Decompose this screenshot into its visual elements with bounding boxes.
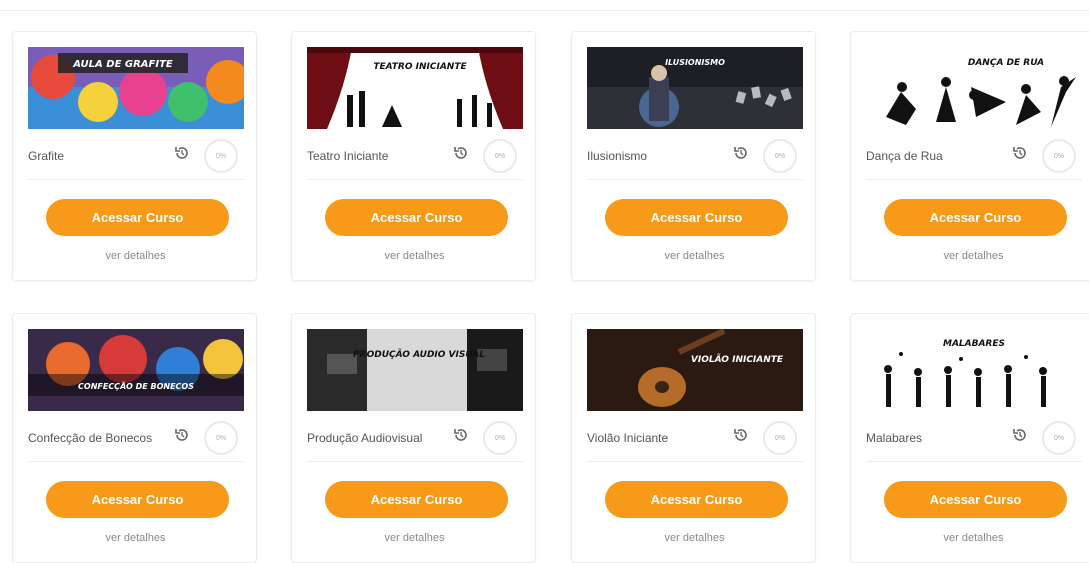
progress-ring: 0% xyxy=(204,139,238,173)
view-details-link[interactable]: ver detalhes xyxy=(13,532,258,544)
course-card-grafite: AULA DE GRAFITE Grafite 0% Acessar Curso… xyxy=(12,31,257,281)
course-banner-violao[interactable]: VIOLÃO INICIANTE xyxy=(587,329,803,411)
course-banner-malabares[interactable]: MALABARES xyxy=(866,329,1082,411)
divider xyxy=(587,461,803,462)
divider xyxy=(307,461,523,462)
view-details-link[interactable]: ver detalhes xyxy=(13,250,258,262)
history-icon[interactable] xyxy=(452,144,470,162)
juggling-banner-image: MALABARES xyxy=(866,329,1082,411)
access-course-button[interactable]: Acessar Curso xyxy=(325,481,508,518)
audiovisual-banner-image: PRODUÇÃO AUDIO VISUAL xyxy=(307,329,523,411)
view-details-link[interactable]: ver detalhes xyxy=(572,250,817,262)
theatre-banner-image: TEATRO INICIANTE xyxy=(307,47,523,129)
divider xyxy=(866,461,1082,462)
banner-title: AULA DE GRAFITE xyxy=(72,59,173,70)
course-title: Dança de Rua xyxy=(866,149,943,163)
magic-banner-image: ILUSIONISMO xyxy=(587,47,803,129)
course-card-ilusionismo: ILUSIONISMO Ilusionismo 0% Acessar Curso… xyxy=(571,31,816,281)
guitar-banner-image: VIOLÃO INICIANTE xyxy=(587,329,803,411)
course-card-malabares: MALABARES Malabares 0% Acessar Curso ver… xyxy=(850,313,1089,563)
view-details-link[interactable]: ver detalhes xyxy=(292,532,537,544)
course-title: Confecção de Bonecos xyxy=(28,431,153,445)
course-banner-audiovisual[interactable]: PRODUÇÃO AUDIO VISUAL xyxy=(307,329,523,411)
banner-title: DANÇA DE RUA xyxy=(968,58,1044,68)
puppets-banner-image: CONFECÇÃO DE BONECOS xyxy=(28,329,244,411)
progress-ring: 0% xyxy=(483,139,517,173)
access-course-button[interactable]: Acessar Curso xyxy=(884,199,1067,236)
banner-title: VIOLÃO INICIANTE xyxy=(691,354,784,365)
access-course-button[interactable]: Acessar Curso xyxy=(46,199,229,236)
history-icon[interactable] xyxy=(732,426,750,444)
course-banner-grafite[interactable]: AULA DE GRAFITE xyxy=(28,47,244,129)
divider xyxy=(28,461,244,462)
access-course-button[interactable]: Acessar Curso xyxy=(605,199,788,236)
progress-ring: 0% xyxy=(204,421,238,455)
divider xyxy=(587,179,803,180)
view-details-link[interactable]: ver detalhes xyxy=(572,532,817,544)
access-course-button[interactable]: Acessar Curso xyxy=(884,481,1067,518)
divider xyxy=(866,179,1082,180)
graffiti-banner-image: AULA DE GRAFITE xyxy=(28,47,244,129)
history-icon[interactable] xyxy=(1011,426,1029,444)
banner-title: PRODUÇÃO AUDIO VISUAL xyxy=(353,349,485,360)
progress-ring: 0% xyxy=(763,421,797,455)
progress-ring: 0% xyxy=(1042,421,1076,455)
course-banner-teatro[interactable]: TEATRO INICIANTE xyxy=(307,47,523,129)
street-dance-banner-image: DANÇA DE RUA xyxy=(866,47,1082,129)
progress-ring: 0% xyxy=(763,139,797,173)
course-banner-ilusionismo[interactable]: ILUSIONISMO xyxy=(587,47,803,129)
banner-title: MALABARES xyxy=(943,339,1005,349)
course-card-violao: VIOLÃO INICIANTE Violão Iniciante 0% Ace… xyxy=(571,313,816,563)
history-icon[interactable] xyxy=(173,426,191,444)
course-title: Produção Audiovisual xyxy=(307,431,423,445)
course-title: Malabares xyxy=(866,431,923,445)
course-card-teatro: TEATRO INICIANTE Teatro Iniciante 0% Ace… xyxy=(291,31,536,281)
history-icon[interactable] xyxy=(452,426,470,444)
course-title: Grafite xyxy=(28,149,65,163)
progress-ring: 0% xyxy=(483,421,517,455)
view-details-link[interactable]: ver detalhes xyxy=(851,250,1089,262)
view-details-link[interactable]: ver detalhes xyxy=(851,532,1089,544)
view-details-link[interactable]: ver detalhes xyxy=(292,250,537,262)
course-card-bonecos: CONFECÇÃO DE BONECOS Confecção de Boneco… xyxy=(12,313,257,563)
course-title: Violão Iniciante xyxy=(587,431,669,445)
course-title: Ilusionismo xyxy=(587,149,648,163)
history-icon[interactable] xyxy=(1011,144,1029,162)
course-title: Teatro Iniciante xyxy=(307,149,389,163)
banner-title: TEATRO INICIANTE xyxy=(373,62,467,72)
course-card-danca: DANÇA DE RUA Dança de Rua 0% Acessar Cur… xyxy=(850,31,1089,281)
history-icon[interactable] xyxy=(173,144,191,162)
course-card-audiovisual: PRODUÇÃO AUDIO VISUAL Produção Audiovisu… xyxy=(291,313,536,563)
access-course-button[interactable]: Acessar Curso xyxy=(605,481,788,518)
divider xyxy=(28,179,244,180)
access-course-button[interactable]: Acessar Curso xyxy=(46,481,229,518)
banner-title: ILUSIONISMO xyxy=(665,58,725,67)
course-grid: AULA DE GRAFITE Grafite 0% Acessar Curso… xyxy=(0,0,1089,563)
history-icon[interactable] xyxy=(732,144,750,162)
course-banner-bonecos[interactable]: CONFECÇÃO DE BONECOS xyxy=(28,329,244,411)
divider xyxy=(307,179,523,180)
banner-title: CONFECÇÃO DE BONECOS xyxy=(78,381,194,391)
access-course-button[interactable]: Acessar Curso xyxy=(325,199,508,236)
course-banner-danca[interactable]: DANÇA DE RUA xyxy=(866,47,1082,129)
progress-ring: 0% xyxy=(1042,139,1076,173)
